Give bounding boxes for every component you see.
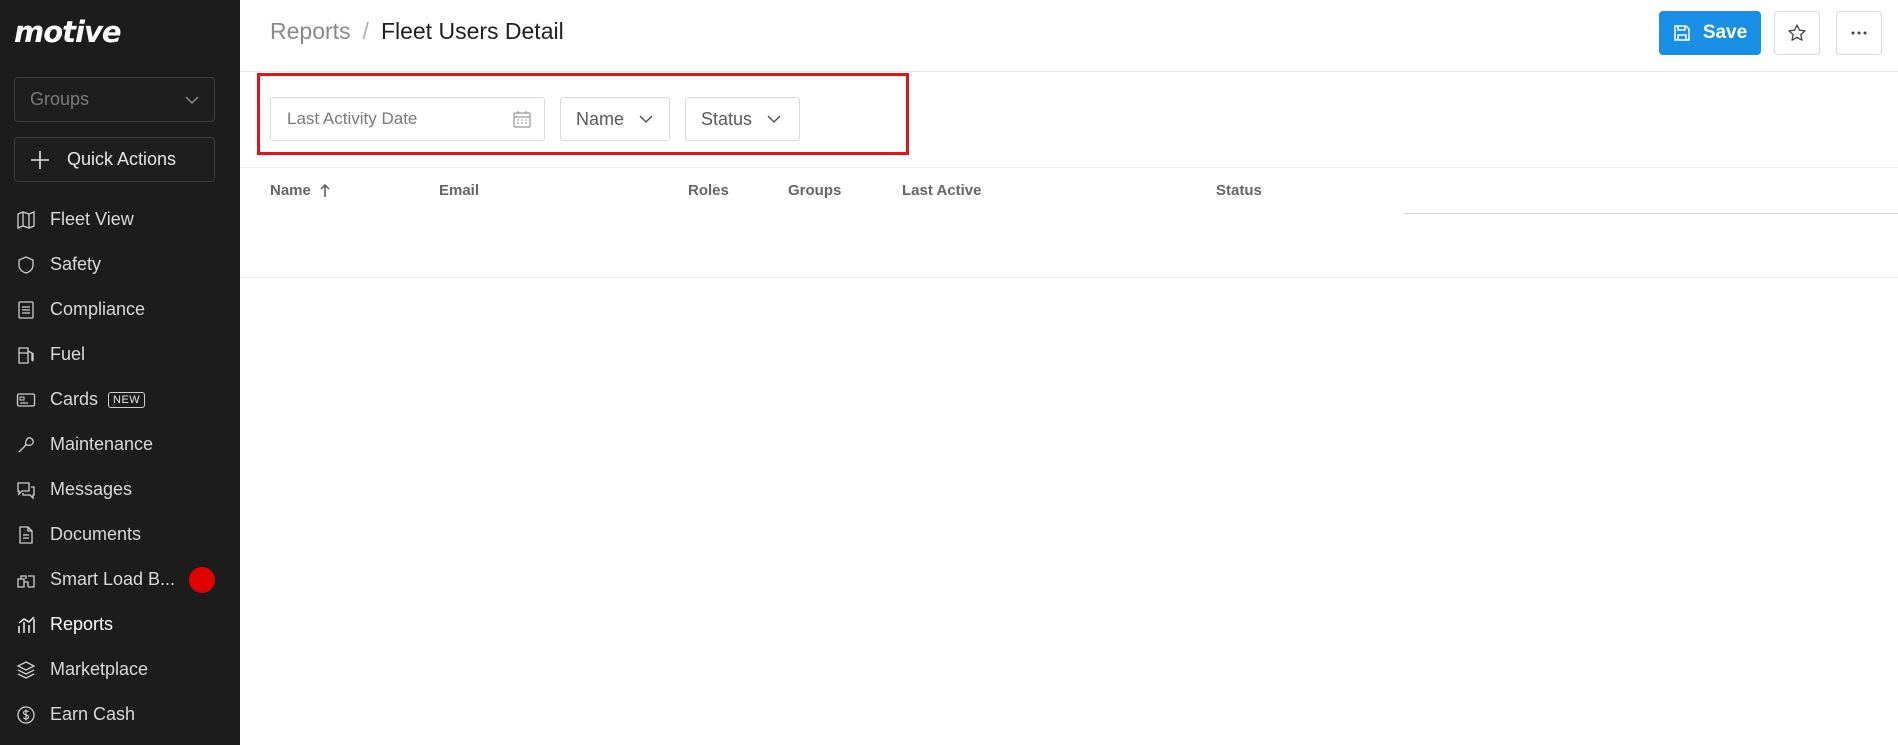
sidebar-item-label: Compliance	[50, 299, 146, 319]
sidebar: motive Groups Quick Actions Fleet View S…	[0, 0, 240, 745]
star-icon	[1788, 24, 1806, 41]
name-filter-dropdown[interactable]: Name	[560, 97, 670, 141]
dollar-coin-icon	[17, 705, 35, 724]
calendar-icon	[513, 111, 531, 128]
page-title: Fleet Users Detail	[380, 18, 564, 44]
chevron-down-icon	[639, 115, 653, 124]
groups-dropdown[interactable]: Groups	[14, 77, 215, 122]
last-activity-date-filter[interactable]: Last Activity Date	[270, 97, 545, 141]
more-options-button[interactable]	[1836, 11, 1882, 55]
truck-load-icon	[17, 574, 35, 588]
column-header-label: Email	[439, 182, 480, 199]
sidebar-item-fleet-view[interactable]: Fleet View	[0, 197, 240, 242]
column-header-status[interactable]: Status	[1216, 182, 1262, 199]
more-horizontal-icon	[1851, 31, 1867, 35]
notification-dot	[189, 566, 216, 593]
quick-actions-button[interactable]: Quick Actions	[14, 137, 215, 182]
file-icon	[19, 525, 33, 544]
groups-placeholder: Groups	[30, 89, 90, 109]
sidebar-item-maintenance[interactable]: Maintenance	[0, 422, 240, 467]
wrench-icon	[18, 436, 34, 452]
chevron-down-icon	[767, 115, 781, 124]
map-icon	[17, 210, 35, 229]
table-header: Name Email Roles Groups Last Active Stat…	[240, 168, 1403, 214]
breadcrumb: Reports / Fleet Users Detail	[270, 18, 564, 45]
save-button[interactable]: Save	[1659, 11, 1761, 55]
new-badge: NEW	[108, 391, 146, 408]
sidebar-item-cards[interactable]: Cards NEW	[0, 377, 240, 422]
sidebar-item-fuel[interactable]: Fuel	[0, 332, 240, 377]
card-icon	[16, 392, 36, 407]
fuel-pump-icon	[18, 346, 34, 364]
sidebar-item-documents[interactable]: Documents	[0, 512, 240, 557]
sidebar-item-label: Messages	[50, 479, 133, 499]
column-header-roles[interactable]: Roles	[688, 182, 729, 199]
motive-logo[interactable]: motive	[14, 15, 122, 49]
sidebar-item-label: Documents	[50, 524, 142, 544]
sidebar-item-label: Fuel	[50, 344, 86, 364]
document-list-icon	[18, 300, 34, 319]
floppy-disk-icon	[1674, 25, 1690, 41]
sidebar-nav: Fleet View Safety Compliance Fuel Cards …	[0, 197, 240, 737]
column-header-label: Roles	[688, 182, 729, 199]
sidebar-item-compliance[interactable]: Compliance	[0, 287, 240, 332]
table-header-border	[1403, 213, 1898, 214]
sidebar-item-label: Earn Cash	[50, 704, 136, 724]
column-header-groups[interactable]: Groups	[788, 182, 841, 199]
sidebar-item-label: Fleet View	[50, 209, 134, 229]
chart-icon	[18, 616, 35, 633]
save-label: Save	[1702, 22, 1748, 43]
name-filter-label: Name	[576, 108, 625, 129]
shield-icon	[18, 255, 34, 274]
sidebar-item-label: Safety	[50, 254, 102, 274]
logo-text: motive	[14, 15, 122, 49]
favorite-button[interactable]	[1774, 11, 1820, 55]
breadcrumb-reports-link[interactable]: Reports	[270, 18, 351, 45]
sidebar-item-messages[interactable]: Messages	[0, 467, 240, 512]
page-header: Reports / Fleet Users Detail Save	[240, 0, 1898, 72]
table-row-divider	[240, 277, 1898, 278]
status-filter-label: Status	[701, 108, 753, 129]
sidebar-item-marketplace[interactable]: Marketplace	[0, 647, 240, 692]
sort-ascending-icon	[320, 183, 330, 197]
column-header-email[interactable]: Email	[439, 182, 479, 199]
chevron-down-icon	[185, 95, 199, 104]
column-header-label: Groups	[788, 182, 842, 199]
column-header-name[interactable]: Name	[270, 182, 331, 199]
sidebar-item-smart-load-board[interactable]: Smart Load B...	[0, 557, 240, 602]
sidebar-item-reports[interactable]: Reports	[0, 602, 240, 647]
quick-actions-label: Quick Actions	[67, 149, 177, 169]
sidebar-item-label: Reports	[50, 614, 114, 634]
status-filter-dropdown[interactable]: Status	[685, 97, 800, 141]
plus-icon	[31, 150, 49, 169]
breadcrumb-separator: /	[362, 18, 369, 44]
chat-icon	[17, 481, 35, 500]
sidebar-item-label: Cards	[50, 389, 99, 409]
column-header-label: Last Active	[902, 182, 982, 199]
sidebar-item-safety[interactable]: Safety	[0, 242, 240, 287]
sidebar-item-label: Maintenance	[50, 434, 154, 454]
date-filter-placeholder: Last Activity Date	[287, 109, 418, 128]
sidebar-item-label: Smart Load B...	[50, 569, 176, 589]
layers-icon	[16, 660, 36, 679]
sidebar-item-earn-cash[interactable]: Earn Cash	[0, 692, 240, 737]
column-header-last-active[interactable]: Last Active	[902, 182, 981, 199]
sidebar-item-label: Marketplace	[50, 659, 149, 679]
column-header-label: Status	[1216, 182, 1262, 199]
column-header-label: Name	[270, 182, 311, 199]
